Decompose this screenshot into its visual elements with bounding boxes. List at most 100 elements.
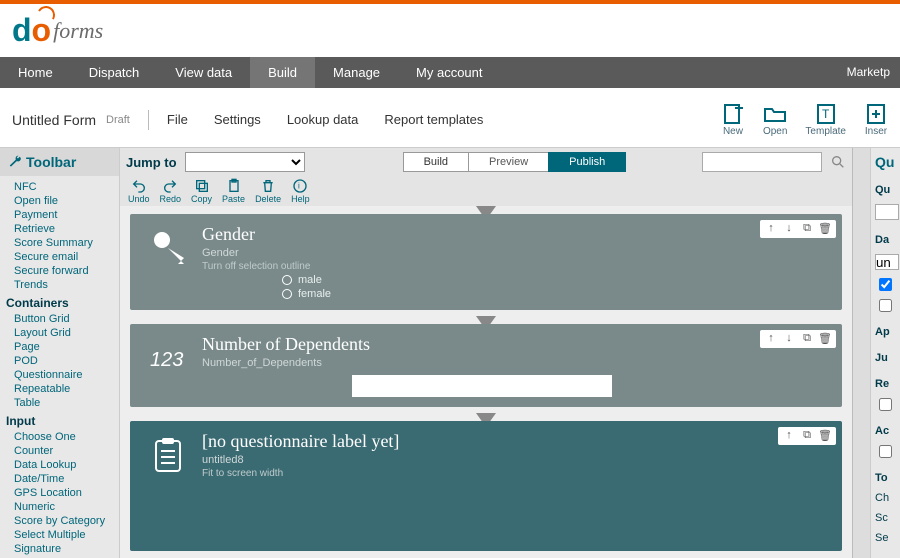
canvas-column: Jump to Build Preview Publish Undo Redo … (120, 148, 852, 558)
toolbar-item[interactable]: Layout Grid (14, 326, 119, 340)
sublink-file[interactable]: File (167, 112, 188, 127)
toolbar-item[interactable]: Date/Time (14, 472, 119, 486)
canvas-body[interactable]: Gender Gender Turn off selection outline… (120, 206, 852, 558)
svg-text:T: T (822, 107, 830, 121)
stage-preview[interactable]: Preview (468, 152, 549, 172)
prop-input[interactable] (875, 254, 899, 270)
stage-publish[interactable]: Publish (548, 152, 626, 172)
toolbar-item[interactable]: Trends (14, 278, 119, 292)
moveup-icon[interactable]: ↑ (764, 222, 778, 236)
toolbar-body[interactable]: NFCOpen filePaymentRetrieveScore Summary… (0, 176, 119, 556)
logo-row: do forms (0, 4, 900, 57)
toolbar-item[interactable]: Page (14, 340, 119, 354)
brand-logo[interactable]: do forms (12, 12, 103, 49)
redo-button[interactable]: Redo (160, 178, 182, 204)
form-element-number[interactable]: 123 Number of Dependents Number_of_Depen… (130, 324, 842, 407)
prop-checkbox[interactable] (875, 445, 896, 458)
toolbar-item[interactable]: Retrieve (14, 222, 119, 236)
element-fieldname: Gender (202, 247, 828, 259)
toolbar-item[interactable]: NFC (14, 180, 119, 194)
new-icon (721, 102, 745, 126)
form-title[interactable]: Untitled Form (12, 112, 96, 128)
search-icon[interactable] (830, 154, 846, 170)
toolbar-item[interactable]: Data Lookup (14, 458, 119, 472)
insert-icon (864, 102, 888, 126)
template-button[interactable]: T Template (805, 102, 846, 137)
prop-label: Ac (875, 425, 896, 437)
duplicate-icon[interactable]: ⧉ (800, 222, 814, 236)
nav-manage[interactable]: Manage (315, 57, 398, 88)
element-title: [no questionnaire label yet] (202, 431, 828, 452)
nav-account[interactable]: My account (398, 57, 500, 88)
toolbar-item[interactable]: Counter (14, 444, 119, 458)
canvas-scrollbar[interactable] (852, 148, 870, 558)
paste-button[interactable]: Paste (222, 178, 245, 204)
prop-label: Ju (875, 352, 896, 364)
toolbar-item[interactable]: Secure email (14, 250, 119, 264)
toolbar-item[interactable]: Score by Category (14, 514, 119, 528)
nav-viewdata[interactable]: View data (157, 57, 250, 88)
numeric-icon: 123 (144, 334, 192, 397)
duplicate-icon[interactable]: ⧉ (800, 429, 814, 443)
toolbar-item[interactable]: Table (14, 396, 119, 410)
sublink-reports[interactable]: Report templates (384, 112, 483, 127)
form-element-questionnaire[interactable]: [no questionnaire label yet] untitled8 F… (130, 421, 842, 551)
toolbar-item[interactable]: Choose One (14, 430, 119, 444)
toolbar-item[interactable]: Numeric (14, 500, 119, 514)
form-element-gender[interactable]: Gender Gender Turn off selection outline… (130, 214, 842, 310)
toolbar-item[interactable]: Button Grid (14, 312, 119, 326)
toolbar-item[interactable]: Repeatable (14, 382, 119, 396)
trash-icon[interactable]: 🗑 (818, 222, 832, 236)
nav-dispatch[interactable]: Dispatch (71, 57, 158, 88)
radio-option-male[interactable]: male (282, 274, 828, 286)
toolbar-category: Containers (6, 296, 119, 310)
moveup-icon[interactable]: ↑ (764, 332, 778, 346)
moveup-icon[interactable]: ↑ (782, 429, 796, 443)
toolbar-item[interactable]: Secure forward (14, 264, 119, 278)
toolbar-item[interactable]: Open file (14, 194, 119, 208)
movedown-icon[interactable]: ↓ (782, 332, 796, 346)
element-tools: ↑ ⧉ 🗑 (778, 427, 836, 445)
prop-checkbox[interactable] (875, 278, 896, 291)
trash-icon[interactable]: 🗑 (818, 332, 832, 346)
toolbar-item[interactable]: Select Multiple (14, 528, 119, 542)
prop-label: To (875, 472, 896, 484)
new-button[interactable]: New (721, 102, 745, 137)
search-input[interactable] (702, 152, 822, 172)
stage-build[interactable]: Build (403, 152, 469, 172)
nav-build[interactable]: Build (250, 57, 315, 88)
open-button[interactable]: Open (763, 102, 787, 137)
numeric-input-preview[interactable] (352, 375, 612, 397)
radio-option-female[interactable]: female (282, 288, 828, 300)
questionnaire-icon (144, 431, 192, 541)
undo-button[interactable]: Undo (128, 178, 150, 204)
duplicate-icon[interactable]: ⧉ (800, 332, 814, 346)
prop-input[interactable] (875, 204, 899, 220)
movedown-icon[interactable]: ↓ (782, 222, 796, 236)
toolbar-item[interactable]: Payment (14, 208, 119, 222)
form-status: Draft (106, 114, 130, 126)
toolbar-item[interactable]: Signature (14, 542, 119, 556)
copy-button[interactable]: Copy (191, 178, 212, 204)
jumpto-select[interactable] (185, 152, 305, 172)
toolbar-item[interactable]: POD (14, 354, 119, 368)
wrench-icon (8, 155, 22, 169)
workspace: Toolbar NFCOpen filePaymentRetrieveScore… (0, 148, 900, 558)
sublink-settings[interactable]: Settings (214, 112, 261, 127)
prop-checkbox[interactable] (875, 299, 896, 312)
nav-home[interactable]: Home (0, 57, 71, 88)
chooseone-icon (144, 224, 192, 300)
sublink-lookup[interactable]: Lookup data (287, 112, 359, 127)
help-button[interactable]: iHelp (291, 178, 310, 204)
open-icon (763, 102, 787, 126)
template-icon: T (814, 102, 838, 126)
insert-button[interactable]: Inser (864, 102, 888, 137)
trash-icon[interactable]: 🗑 (818, 429, 832, 443)
prop-checkbox[interactable] (875, 398, 896, 411)
toolbar-category: Input (6, 414, 119, 428)
nav-marketplace[interactable]: Marketp (837, 57, 900, 88)
toolbar-item[interactable]: GPS Location (14, 486, 119, 500)
toolbar-item[interactable]: Score Summary (14, 236, 119, 250)
delete-button[interactable]: Delete (255, 178, 281, 204)
toolbar-item[interactable]: Questionnaire (14, 368, 119, 382)
